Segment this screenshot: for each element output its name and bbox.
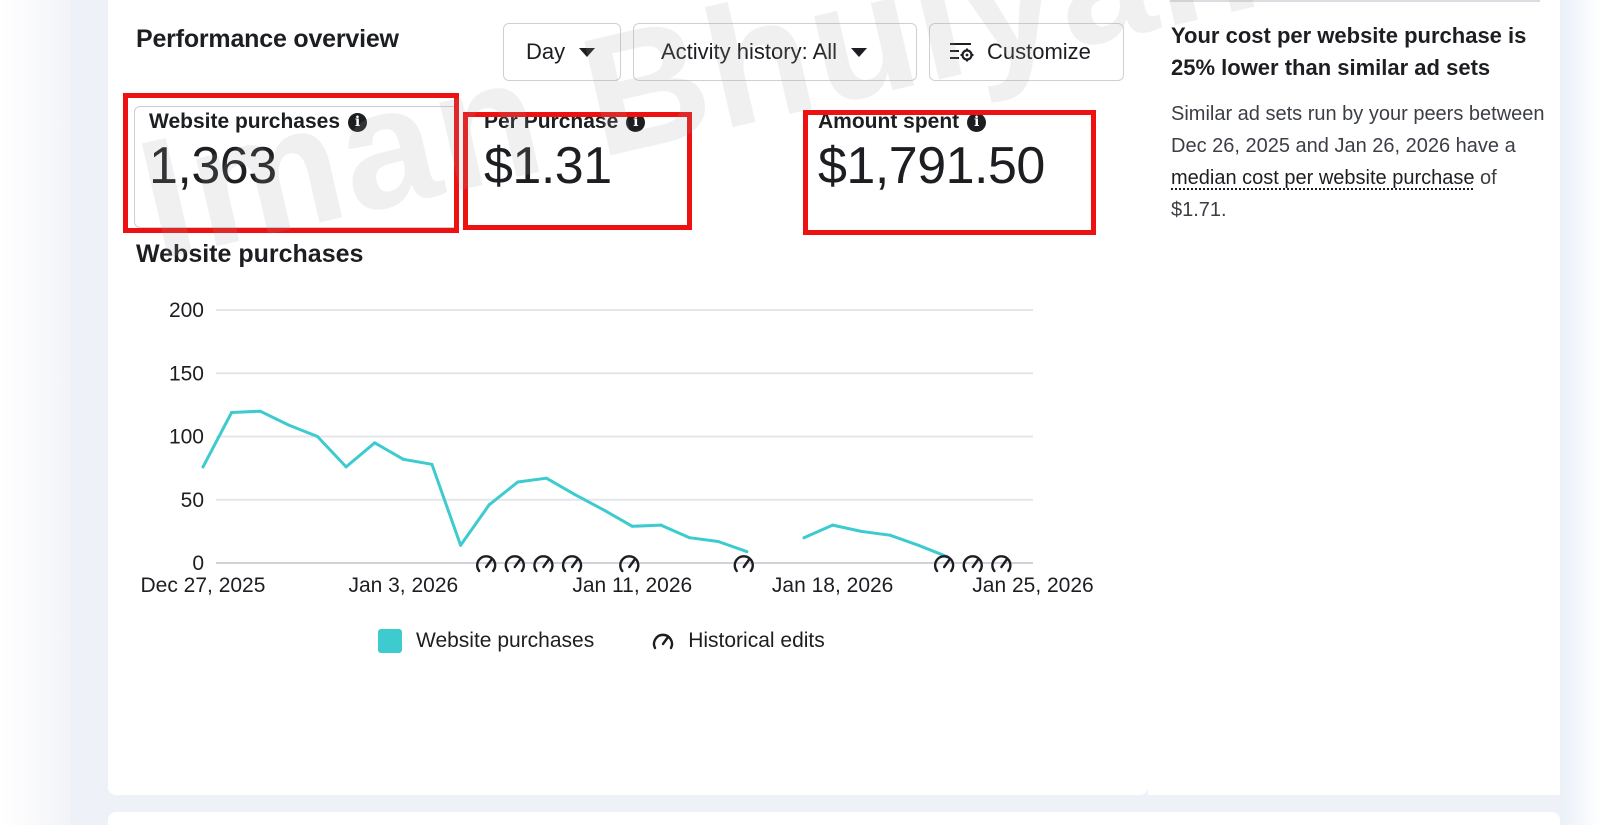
day-dropdown[interactable]: Day <box>503 23 621 81</box>
data-point <box>258 409 262 413</box>
data-point <box>430 462 434 466</box>
next-card <box>108 812 1560 832</box>
chart-title: Website purchases <box>136 240 364 268</box>
data-point <box>315 435 319 438</box>
data-point <box>544 476 548 480</box>
data-point <box>230 410 234 414</box>
insight-text: Similar ad sets run by your peers betwee… <box>1171 103 1545 157</box>
series-line-website-purchases <box>201 409 749 554</box>
data-point <box>373 441 377 445</box>
legend-series-swatch[interactable] <box>378 629 402 653</box>
data-point <box>487 503 491 507</box>
y-tick-label: 50 <box>181 489 204 512</box>
data-point <box>659 523 663 527</box>
median-cost-link[interactable]: median cost per website purchase <box>1171 167 1475 189</box>
legend-edits-label: Historical edits <box>688 629 825 652</box>
historical-edit-icon <box>653 633 674 650</box>
highlight-box <box>123 93 459 233</box>
data-point <box>917 543 921 547</box>
data-point <box>802 536 806 540</box>
data-point <box>888 533 892 537</box>
data-point <box>573 493 577 497</box>
data-point <box>287 423 291 427</box>
y-tick-label: 0 <box>192 552 204 575</box>
day-dropdown-label: Day <box>526 39 566 64</box>
y-tick-label: 100 <box>169 426 204 449</box>
page-background-right <box>1560 0 1600 825</box>
highlight-box <box>803 110 1096 235</box>
page-background-left <box>0 0 70 825</box>
x-tick-label: Jan 18, 2026 <box>772 574 893 597</box>
data-point <box>602 508 606 512</box>
legend-series-label: Website purchases <box>416 629 595 652</box>
y-tick-label: 200 <box>169 299 204 322</box>
y-tick-label: 150 <box>169 362 204 385</box>
data-point <box>859 529 863 533</box>
caret-down-icon <box>851 47 868 57</box>
data-point <box>688 536 692 540</box>
data-point <box>344 465 348 469</box>
insight-body: Similar ad sets run by your peers betwee… <box>1171 98 1551 226</box>
website-purchases-chart: 0 50 100 150 200 Dec 27, 2025 Jan 3, 2026 Jan 1… <box>140 299 1093 597</box>
insight-heading: Your cost per website purchase is 25% lo… <box>1171 23 1527 80</box>
data-point <box>516 480 520 484</box>
data-point <box>401 457 405 461</box>
data-point <box>716 539 720 543</box>
data-point <box>831 523 835 527</box>
caret-down-icon <box>579 47 596 57</box>
x-tick-label: Jan 11, 2026 <box>572 574 692 597</box>
activity-history-label: Activity history: All <box>661 39 838 64</box>
x-tick-label: Jan 3, 2026 <box>348 574 458 597</box>
customize-label: Customize <box>987 39 1091 64</box>
panel-divider <box>1170 0 1540 2</box>
highlight-box <box>463 112 692 230</box>
x-tick-label: Dec 27, 2025 <box>140 574 265 597</box>
chart-legend: Website purchases Historical edits <box>378 629 825 653</box>
series-line-website-purchases <box>802 523 949 559</box>
x-tick-label: Jan 25, 2026 <box>972 574 1093 597</box>
customize-button[interactable]: Customize <box>929 23 1124 81</box>
data-point <box>201 465 205 469</box>
performance-overview-title: Performance overview <box>136 25 399 53</box>
customize-settings-icon <box>950 43 974 62</box>
data-point <box>459 543 463 547</box>
activity-history-dropdown[interactable]: Activity history: All <box>633 23 917 81</box>
data-point <box>630 524 634 528</box>
data-point <box>745 550 749 554</box>
